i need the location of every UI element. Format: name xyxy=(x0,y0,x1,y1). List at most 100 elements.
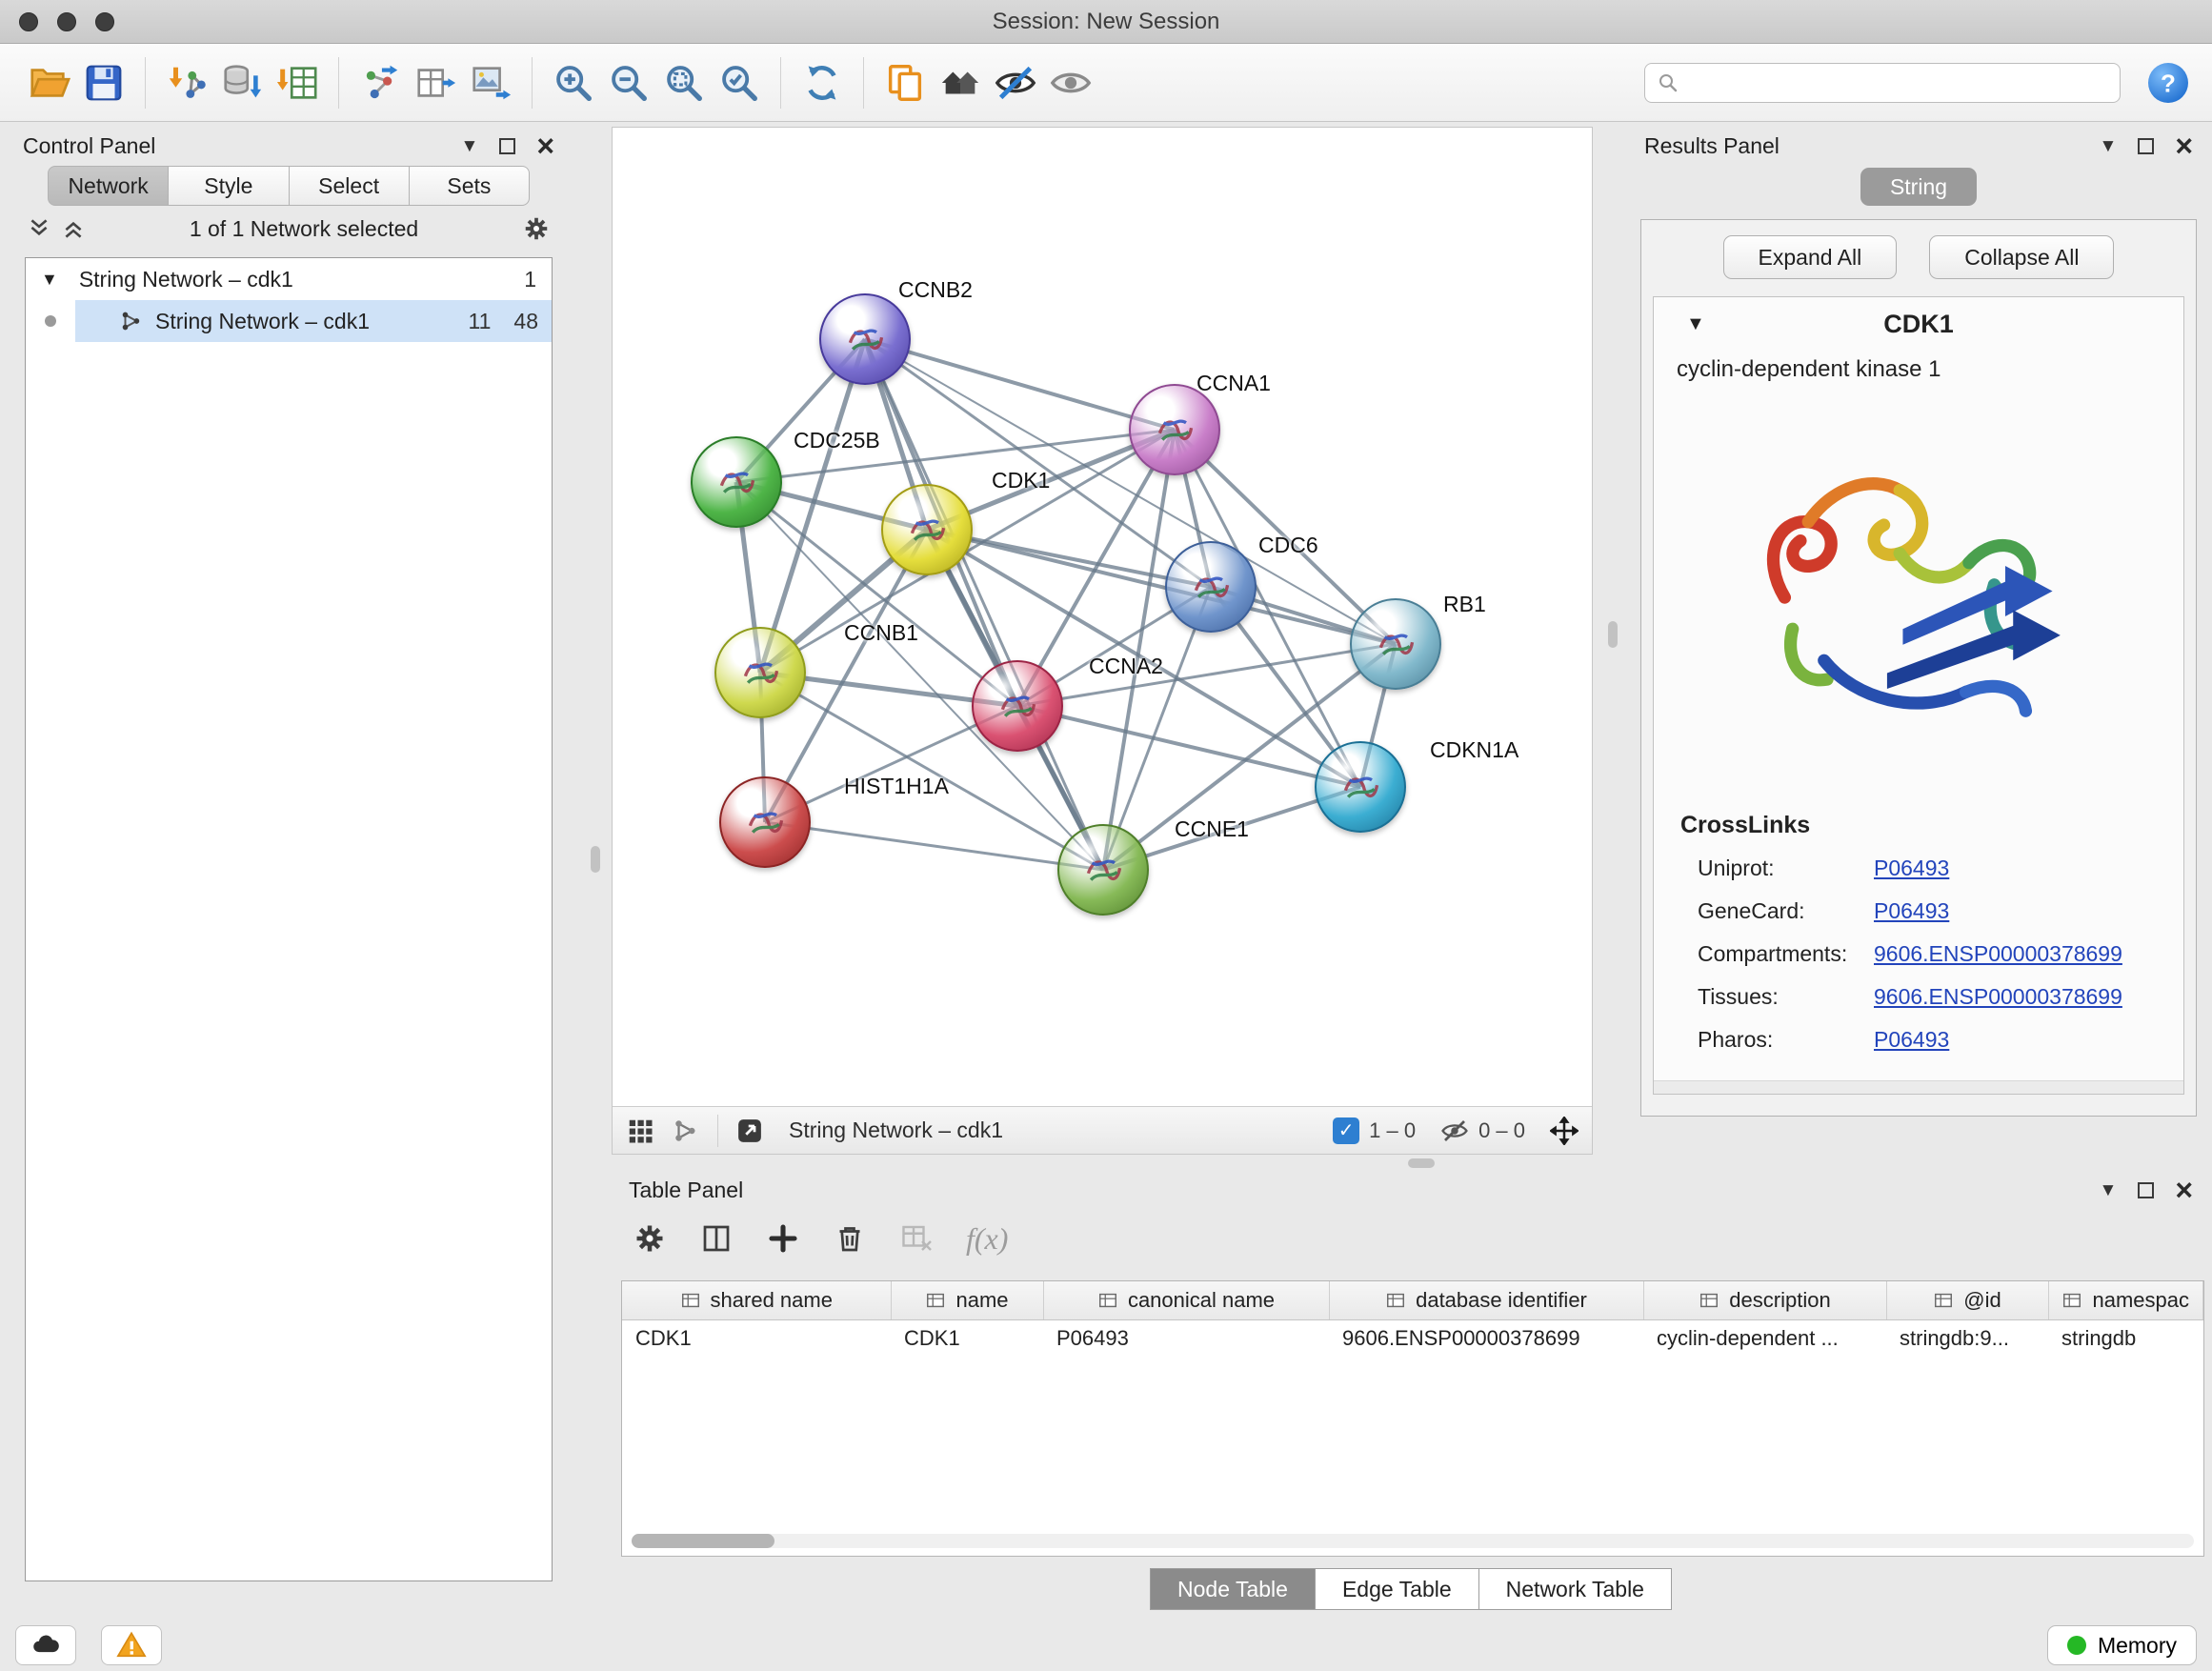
network-node-ccne1[interactable] xyxy=(1057,824,1149,916)
column-header[interactable]: shared name xyxy=(622,1281,891,1319)
network-node-ccna2[interactable] xyxy=(972,660,1063,752)
zoom-out-button[interactable] xyxy=(601,55,656,111)
cell-database-identifier[interactable]: 9606.ENSP00000378699 xyxy=(1329,1319,1643,1358)
delete-column-icon[interactable] xyxy=(833,1221,867,1256)
right-splitter-handle[interactable] xyxy=(1608,621,1618,648)
column-header[interactable]: database identifier xyxy=(1329,1281,1643,1319)
network-node-cdc25b[interactable] xyxy=(691,436,782,528)
export-image-button[interactable] xyxy=(463,55,518,111)
collapse-gene-icon[interactable]: ▼ xyxy=(1686,313,1705,335)
panel-close-icon[interactable]: × xyxy=(2175,131,2193,161)
zoom-window-button[interactable] xyxy=(95,12,114,31)
uniprot-link[interactable]: P06493 xyxy=(1874,856,1949,881)
cell-description[interactable]: cyclin-dependent ... xyxy=(1643,1319,1886,1358)
expand-all-icon[interactable] xyxy=(61,216,86,241)
export-network-button[interactable] xyxy=(352,55,408,111)
network-node-rb1[interactable] xyxy=(1350,598,1441,690)
tab-string[interactable]: String xyxy=(1860,168,1977,206)
add-column-icon[interactable] xyxy=(766,1221,800,1256)
minimize-window-button[interactable] xyxy=(57,12,76,31)
export-table-button[interactable] xyxy=(408,55,463,111)
column-header[interactable]: canonical name xyxy=(1043,1281,1329,1319)
expand-all-button[interactable]: Expand All xyxy=(1723,235,1898,279)
genecard-link[interactable]: P06493 xyxy=(1874,898,1949,924)
open-session-button[interactable] xyxy=(21,55,76,111)
memory-button[interactable]: Memory xyxy=(2047,1625,2197,1665)
import-network-from-database-button[interactable] xyxy=(214,55,270,111)
apply-layout-button[interactable] xyxy=(794,55,850,111)
column-header[interactable]: description xyxy=(1643,1281,1886,1319)
network-node-ccnb2[interactable] xyxy=(819,293,911,385)
tab-network[interactable]: Network xyxy=(48,166,169,206)
network-node-cdk1[interactable] xyxy=(881,484,973,575)
column-header[interactable]: name xyxy=(891,1281,1043,1319)
panel-menu-icon[interactable]: ▼ xyxy=(2100,137,2118,155)
cell-name[interactable]: CDK1 xyxy=(891,1319,1043,1358)
bottom-splitter-handle[interactable] xyxy=(1408,1158,1435,1168)
scrollbar-thumb[interactable] xyxy=(632,1534,774,1548)
collapse-all-button[interactable]: Collapse All xyxy=(1929,235,2114,279)
import-network-from-file-button[interactable] xyxy=(159,55,214,111)
close-window-button[interactable] xyxy=(19,12,38,31)
pan-mode-icon[interactable] xyxy=(1550,1117,1579,1145)
tab-sets[interactable]: Sets xyxy=(410,166,530,206)
cell-namespace[interactable]: stringdb xyxy=(2048,1319,2203,1358)
panel-float-icon[interactable] xyxy=(499,138,515,154)
help-button[interactable]: ? xyxy=(2145,60,2191,106)
clipboard-documents-button[interactable] xyxy=(877,55,933,111)
cloud-status-button[interactable] xyxy=(15,1625,76,1665)
network-row-selected[interactable]: String Network – cdk1 11 48 xyxy=(26,300,552,342)
network-canvas[interactable]: CCNB2CCNA1CDC25BCDK1CDC6RB1CCNB1CCNA2CDK… xyxy=(613,128,1592,1106)
tab-style[interactable]: Style xyxy=(169,166,289,206)
collapse-all-icon[interactable] xyxy=(27,216,51,241)
network-collection-row[interactable]: ▼ String Network – cdk1 1 xyxy=(26,258,552,300)
column-header[interactable]: @id xyxy=(1886,1281,2048,1319)
tab-network-table[interactable]: Network Table xyxy=(1479,1568,1672,1610)
warnings-button[interactable] xyxy=(101,1625,162,1665)
overview-icon[interactable] xyxy=(672,1117,700,1145)
zoom-selected-button[interactable] xyxy=(712,55,767,111)
cell-canonical-name[interactable]: P06493 xyxy=(1043,1319,1329,1358)
pharos-link[interactable]: P06493 xyxy=(1874,1027,1949,1053)
tab-edge-table[interactable]: Edge Table xyxy=(1316,1568,1479,1610)
panel-float-icon[interactable] xyxy=(2138,1182,2154,1198)
grid-icon[interactable] xyxy=(626,1117,654,1145)
network-node-hist1h1a[interactable] xyxy=(719,776,811,868)
panel-close-icon[interactable]: × xyxy=(2175,1175,2193,1205)
table-row[interactable]: CDK1 CDK1 P06493 9606.ENSP00000378699 cy… xyxy=(622,1319,2203,1358)
panel-float-icon[interactable] xyxy=(2138,138,2154,154)
export-view-icon[interactable] xyxy=(735,1117,764,1145)
zoom-in-button[interactable] xyxy=(546,55,601,111)
zoom-fit-button[interactable] xyxy=(656,55,712,111)
show-columns-icon[interactable] xyxy=(699,1221,734,1256)
network-node-cdc6[interactable] xyxy=(1165,541,1257,633)
table-panel-title: Table Panel xyxy=(629,1178,743,1203)
gear-icon[interactable] xyxy=(522,214,551,243)
tab-select[interactable]: Select xyxy=(290,166,410,206)
network-node-cdkn1a[interactable] xyxy=(1315,741,1406,833)
string-home-button[interactable] xyxy=(933,55,988,111)
show-details-button[interactable] xyxy=(1043,55,1098,111)
column-header[interactable]: namespac xyxy=(2048,1281,2203,1319)
left-splitter-handle[interactable] xyxy=(591,846,600,873)
results-scrollbar[interactable] xyxy=(1654,1080,2183,1094)
import-table-from-file-button[interactable] xyxy=(270,55,325,111)
cell-shared-name[interactable]: CDK1 xyxy=(622,1319,891,1358)
tissues-link[interactable]: 9606.ENSP00000378699 xyxy=(1874,984,2122,1010)
tab-node-table[interactable]: Node Table xyxy=(1150,1568,1316,1610)
tree-expander-icon[interactable]: ▼ xyxy=(41,270,58,290)
hidden-eye-icon[interactable] xyxy=(1440,1117,1469,1145)
toolbar-search-input[interactable] xyxy=(1687,70,2108,95)
network-node-ccnb1[interactable] xyxy=(714,627,806,718)
network-node-ccna1[interactable] xyxy=(1129,384,1220,475)
horizontal-scrollbar[interactable] xyxy=(632,1534,2194,1548)
save-session-button[interactable] xyxy=(76,55,131,111)
table-settings-gear-icon[interactable] xyxy=(633,1221,667,1256)
compartments-link[interactable]: 9606.ENSP00000378699 xyxy=(1874,941,2122,967)
panel-menu-icon[interactable]: ▼ xyxy=(461,137,479,155)
panel-menu-icon[interactable]: ▼ xyxy=(2100,1181,2118,1199)
cell-id[interactable]: stringdb:9... xyxy=(1886,1319,2048,1358)
panel-close-icon[interactable]: × xyxy=(536,131,554,161)
selected-checkbox-icon[interactable]: ✓ xyxy=(1333,1117,1359,1144)
toggle-visibility-button[interactable] xyxy=(988,55,1043,111)
